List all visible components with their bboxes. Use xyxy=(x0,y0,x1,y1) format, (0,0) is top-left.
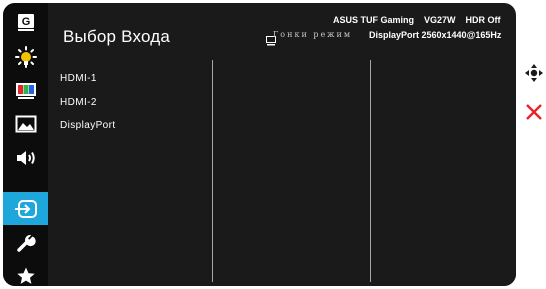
sidebar-item-image[interactable] xyxy=(3,40,48,73)
close-icon xyxy=(525,103,543,126)
gaming-icon: G xyxy=(16,12,36,32)
navigate-key[interactable] xyxy=(523,63,545,88)
image-icon xyxy=(14,45,37,68)
svg-text:G: G xyxy=(21,16,30,28)
game-mode-status: Гонки режим xyxy=(273,30,353,39)
model-name: ASUS TUF Gaming xyxy=(333,15,415,25)
column-divider xyxy=(212,60,213,282)
sidebar-item-picture[interactable] xyxy=(3,107,48,140)
favorite-icon xyxy=(16,266,36,286)
input-select-icon xyxy=(14,199,38,219)
sidebar: G xyxy=(3,3,48,286)
picture-icon xyxy=(15,115,37,133)
column-divider xyxy=(370,60,371,282)
sidebar-item-color[interactable] xyxy=(3,74,48,107)
input-select-panel: HDMI-1 HDMI-2 DisplayPort xyxy=(48,57,516,286)
input-option-hdmi-2[interactable]: HDMI-2 xyxy=(60,91,116,115)
input-option-displayport[interactable]: DisplayPort xyxy=(60,114,116,138)
input-status: DisplayPort 2560x1440@165Hz xyxy=(369,30,502,40)
sidebar-item-system-setup[interactable] xyxy=(3,226,48,259)
sidebar-item-favorite[interactable] xyxy=(3,259,48,286)
sidebar-item-sound[interactable] xyxy=(3,141,48,174)
close-key[interactable] xyxy=(523,103,545,125)
sidebar-item-gaming[interactable]: G xyxy=(3,5,48,38)
osd-window: G Выбор Входа ASUS TUF Gaming VG27W HDR … xyxy=(3,3,516,286)
page-title: Выбор Входа xyxy=(63,27,171,46)
sound-icon xyxy=(15,149,37,167)
system-setup-icon xyxy=(16,233,36,253)
sidebar-item-input-select[interactable] xyxy=(3,192,48,225)
monitor-status: ASUS TUF Gaming VG27W HDR Off xyxy=(333,15,501,25)
input-option-hdmi-1[interactable]: HDMI-1 xyxy=(60,67,116,91)
hdr-status: HDR Off xyxy=(465,15,501,25)
model-code: VG27W xyxy=(424,15,456,25)
five-way-navigation-icon xyxy=(524,63,544,88)
color-icon xyxy=(15,82,37,100)
input-list: HDMI-1 HDMI-2 DisplayPort xyxy=(60,67,116,138)
